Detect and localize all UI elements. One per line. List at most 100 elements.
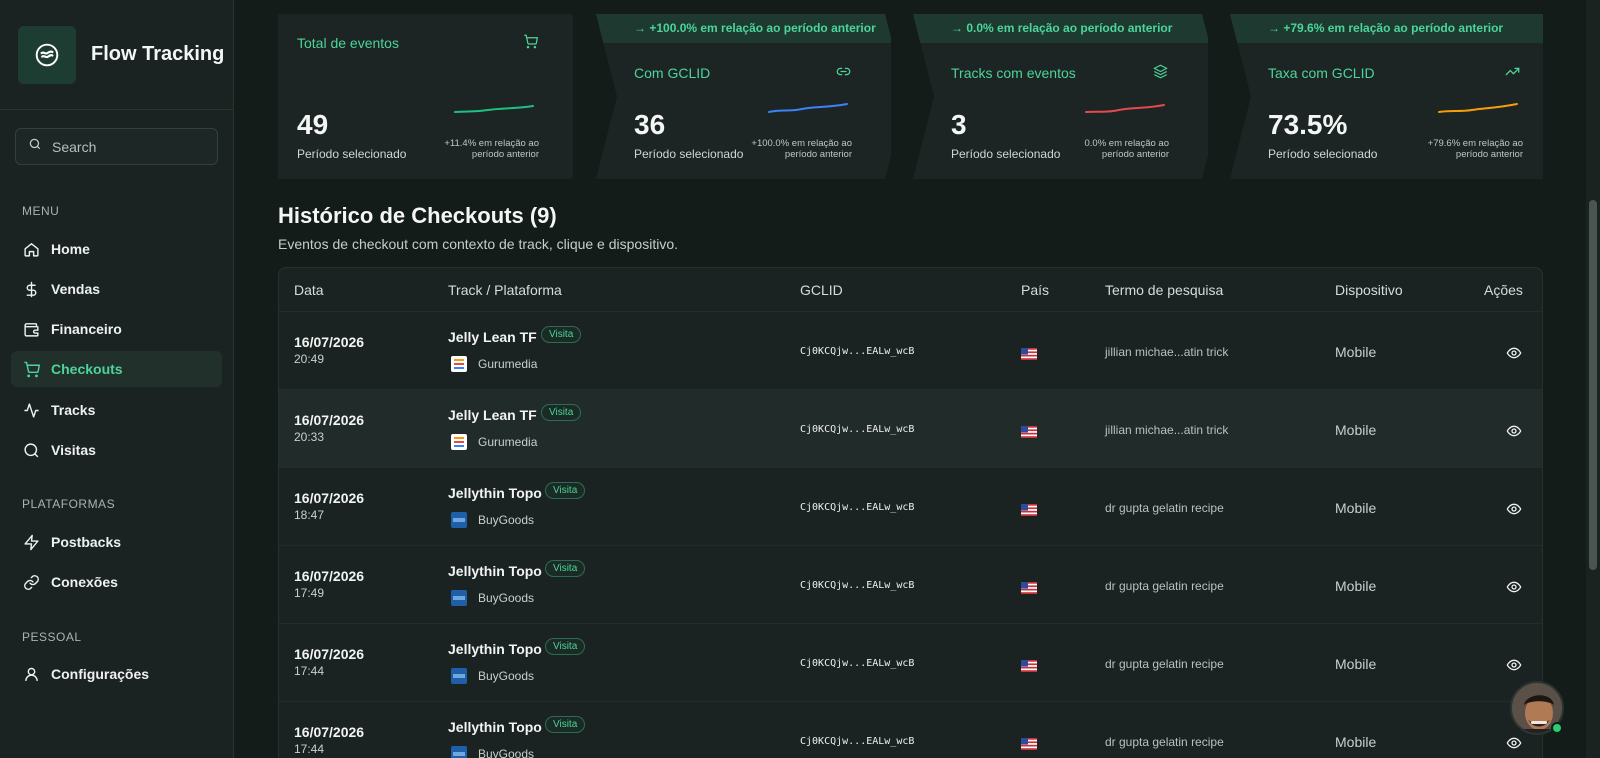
page-subtitle: Eventos de checkout com contexto de trac…: [278, 236, 678, 252]
nav-label: Checkouts: [51, 361, 123, 377]
table-row[interactable]: 16/07/2026 17:44 Jellythin Topo Visita B…: [279, 623, 1542, 701]
kpi-band: → 0.0% em relação ao período anterior: [913, 14, 1208, 43]
nav-item-visitas[interactable]: Visitas: [11, 432, 222, 468]
search-icon: [22, 441, 40, 459]
row-gclid: Cj0KCQjw...EALw_wcB: [800, 502, 915, 513]
row-track-name[interactable]: Jelly Lean TF: [448, 407, 537, 423]
scrollbar-thumb[interactable]: [1589, 200, 1597, 570]
search-input[interactable]: [52, 138, 202, 155]
row-device: Mobile: [1335, 656, 1377, 672]
nav-item-tracks[interactable]: Tracks: [11, 392, 222, 428]
search-box[interactable]: [15, 128, 218, 165]
row-badge: Visita: [541, 404, 582, 421]
th-device[interactable]: Dispositivo: [1335, 282, 1403, 298]
table-row[interactable]: 16/07/2026 20:49 Jelly Lean TF Visita Gu…: [279, 311, 1542, 389]
link-icon: [836, 64, 852, 80]
row-badge: Visita: [545, 716, 586, 733]
th-track[interactable]: Track / Plataforma: [448, 282, 562, 298]
kpi-band: → +100.0% em relação ao período anterior: [596, 14, 891, 43]
view-eye-icon[interactable]: [1506, 579, 1522, 595]
nav-item-configuracoes[interactable]: Configurações: [11, 656, 222, 692]
platform-logo-icon: [451, 746, 467, 758]
kpi-title: Total de eventos: [297, 35, 399, 51]
row-track-name[interactable]: Jellythin Topo: [448, 563, 542, 579]
table-row[interactable]: 16/07/2026 17:44 Jellythin Topo Visita B…: [279, 701, 1542, 758]
section-label-menu: MENU: [22, 204, 60, 218]
table-header: Data Track / Plataforma GCLID País Termo…: [279, 268, 1542, 312]
view-eye-icon[interactable]: [1506, 345, 1522, 361]
view-eye-icon[interactable]: [1506, 735, 1522, 751]
kpi-subtitle: Período selecionado: [634, 147, 744, 161]
row-platform: BuyGoods: [478, 591, 535, 605]
table-row[interactable]: 16/07/2026 20:33 Jelly Lean TF Visita Gu…: [279, 389, 1542, 467]
row-track-name[interactable]: Jellythin Topo: [448, 485, 542, 501]
nav-label: Home: [51, 241, 90, 257]
th-date[interactable]: Data: [294, 282, 324, 298]
row-device: Mobile: [1335, 422, 1377, 438]
scrollbar[interactable]: [1586, 0, 1600, 758]
row-track-name[interactable]: Jelly Lean TF: [448, 329, 537, 345]
row-date: 16/07/2026: [294, 334, 365, 350]
kpi-band: → +79.6% em relação ao período anterior: [1230, 14, 1543, 43]
kpi-delta: +100.0% em relação ao período anterior: [751, 138, 852, 160]
row-date: 16/07/2026: [294, 724, 365, 740]
row-time: 18:47: [294, 508, 325, 522]
row-time: 17:44: [294, 742, 325, 756]
row-platform: BuyGoods: [478, 513, 535, 527]
nav-item-postbacks[interactable]: Postbacks: [11, 524, 222, 560]
row-badge: Visita: [541, 326, 582, 343]
view-eye-icon[interactable]: [1506, 501, 1522, 517]
row-gclid: Cj0KCQjw...EALw_wcB: [800, 580, 915, 591]
row-date: 16/07/2026: [294, 568, 365, 584]
kpi-card-taxa-com-gclid: → +79.6% em relação ao período anterior …: [1230, 14, 1543, 179]
row-time: 17:49: [294, 586, 325, 600]
us-flag-icon: [1021, 425, 1037, 438]
row-time: 17:44: [294, 664, 325, 678]
kpi-title: Com GCLID: [634, 65, 711, 81]
cart-icon: [523, 34, 539, 50]
row-track-name[interactable]: Jellythin Topo: [448, 719, 542, 735]
online-status-indicator: [1551, 722, 1563, 734]
zap-icon: [22, 533, 40, 551]
section-label-platforms: PLATAFORMAS: [22, 497, 116, 511]
th-country[interactable]: País: [1021, 282, 1049, 298]
sparkline-com-gclid: [768, 103, 848, 113]
row-track-name[interactable]: Jellythin Topo: [448, 641, 542, 657]
platform-logo-icon: [451, 590, 467, 606]
row-search-term: dr gupta gelatin recipe: [1105, 657, 1224, 671]
checkouts-table: Data Track / Plataforma GCLID País Termo…: [278, 267, 1543, 758]
us-flag-icon: [1021, 503, 1037, 516]
view-eye-icon[interactable]: [1506, 423, 1522, 439]
nav-item-vendas[interactable]: Vendas: [11, 271, 222, 307]
layers-icon: [1153, 64, 1169, 80]
page-title: Histórico de Checkouts (9): [278, 203, 557, 228]
flow-logo-icon[interactable]: [18, 25, 76, 84]
nav-item-checkouts[interactable]: Checkouts: [11, 351, 222, 387]
nav-label: Configurações: [51, 666, 150, 682]
row-gclid: Cj0KCQjw...EALw_wcB: [800, 658, 915, 669]
kpi-card-total-eventos: Total de eventos 49 Período selecionado …: [278, 14, 573, 179]
section-label-personal: PESSOAL: [22, 630, 82, 644]
nav-item-conexoes[interactable]: Conexões: [11, 564, 222, 600]
th-gclid[interactable]: GCLID: [800, 282, 843, 298]
us-flag-icon: [1021, 581, 1037, 594]
row-gclid: Cj0KCQjw...EALw_wcB: [800, 736, 915, 747]
nav-label: Tracks: [51, 402, 96, 418]
row-time: 20:33: [294, 430, 325, 444]
row-date: 16/07/2026: [294, 490, 365, 506]
kpi-value: 73.5%: [1268, 109, 1348, 140]
row-device: Mobile: [1335, 500, 1377, 516]
row-search-term: dr gupta gelatin recipe: [1105, 735, 1224, 749]
nav-item-home[interactable]: Home: [11, 231, 222, 267]
view-eye-icon[interactable]: [1506, 657, 1522, 673]
nav-item-financeiro[interactable]: Financeiro: [11, 311, 222, 347]
platform-logo-icon: [451, 668, 467, 684]
row-badge: Visita: [545, 560, 586, 577]
kpi-subtitle: Período selecionado: [1268, 147, 1378, 161]
table-row[interactable]: 16/07/2026 18:47 Jellythin Topo Visita B…: [279, 467, 1542, 545]
platform-logo-icon: [451, 434, 467, 450]
sidebar: Flow Tracking MENU Home Vendas Financeir…: [0, 0, 234, 758]
row-gclid: Cj0KCQjw...EALw_wcB: [800, 346, 915, 357]
th-term[interactable]: Termo de pesquisa: [1105, 282, 1223, 298]
table-row[interactable]: 16/07/2026 17:49 Jellythin Topo Visita B…: [279, 545, 1542, 623]
